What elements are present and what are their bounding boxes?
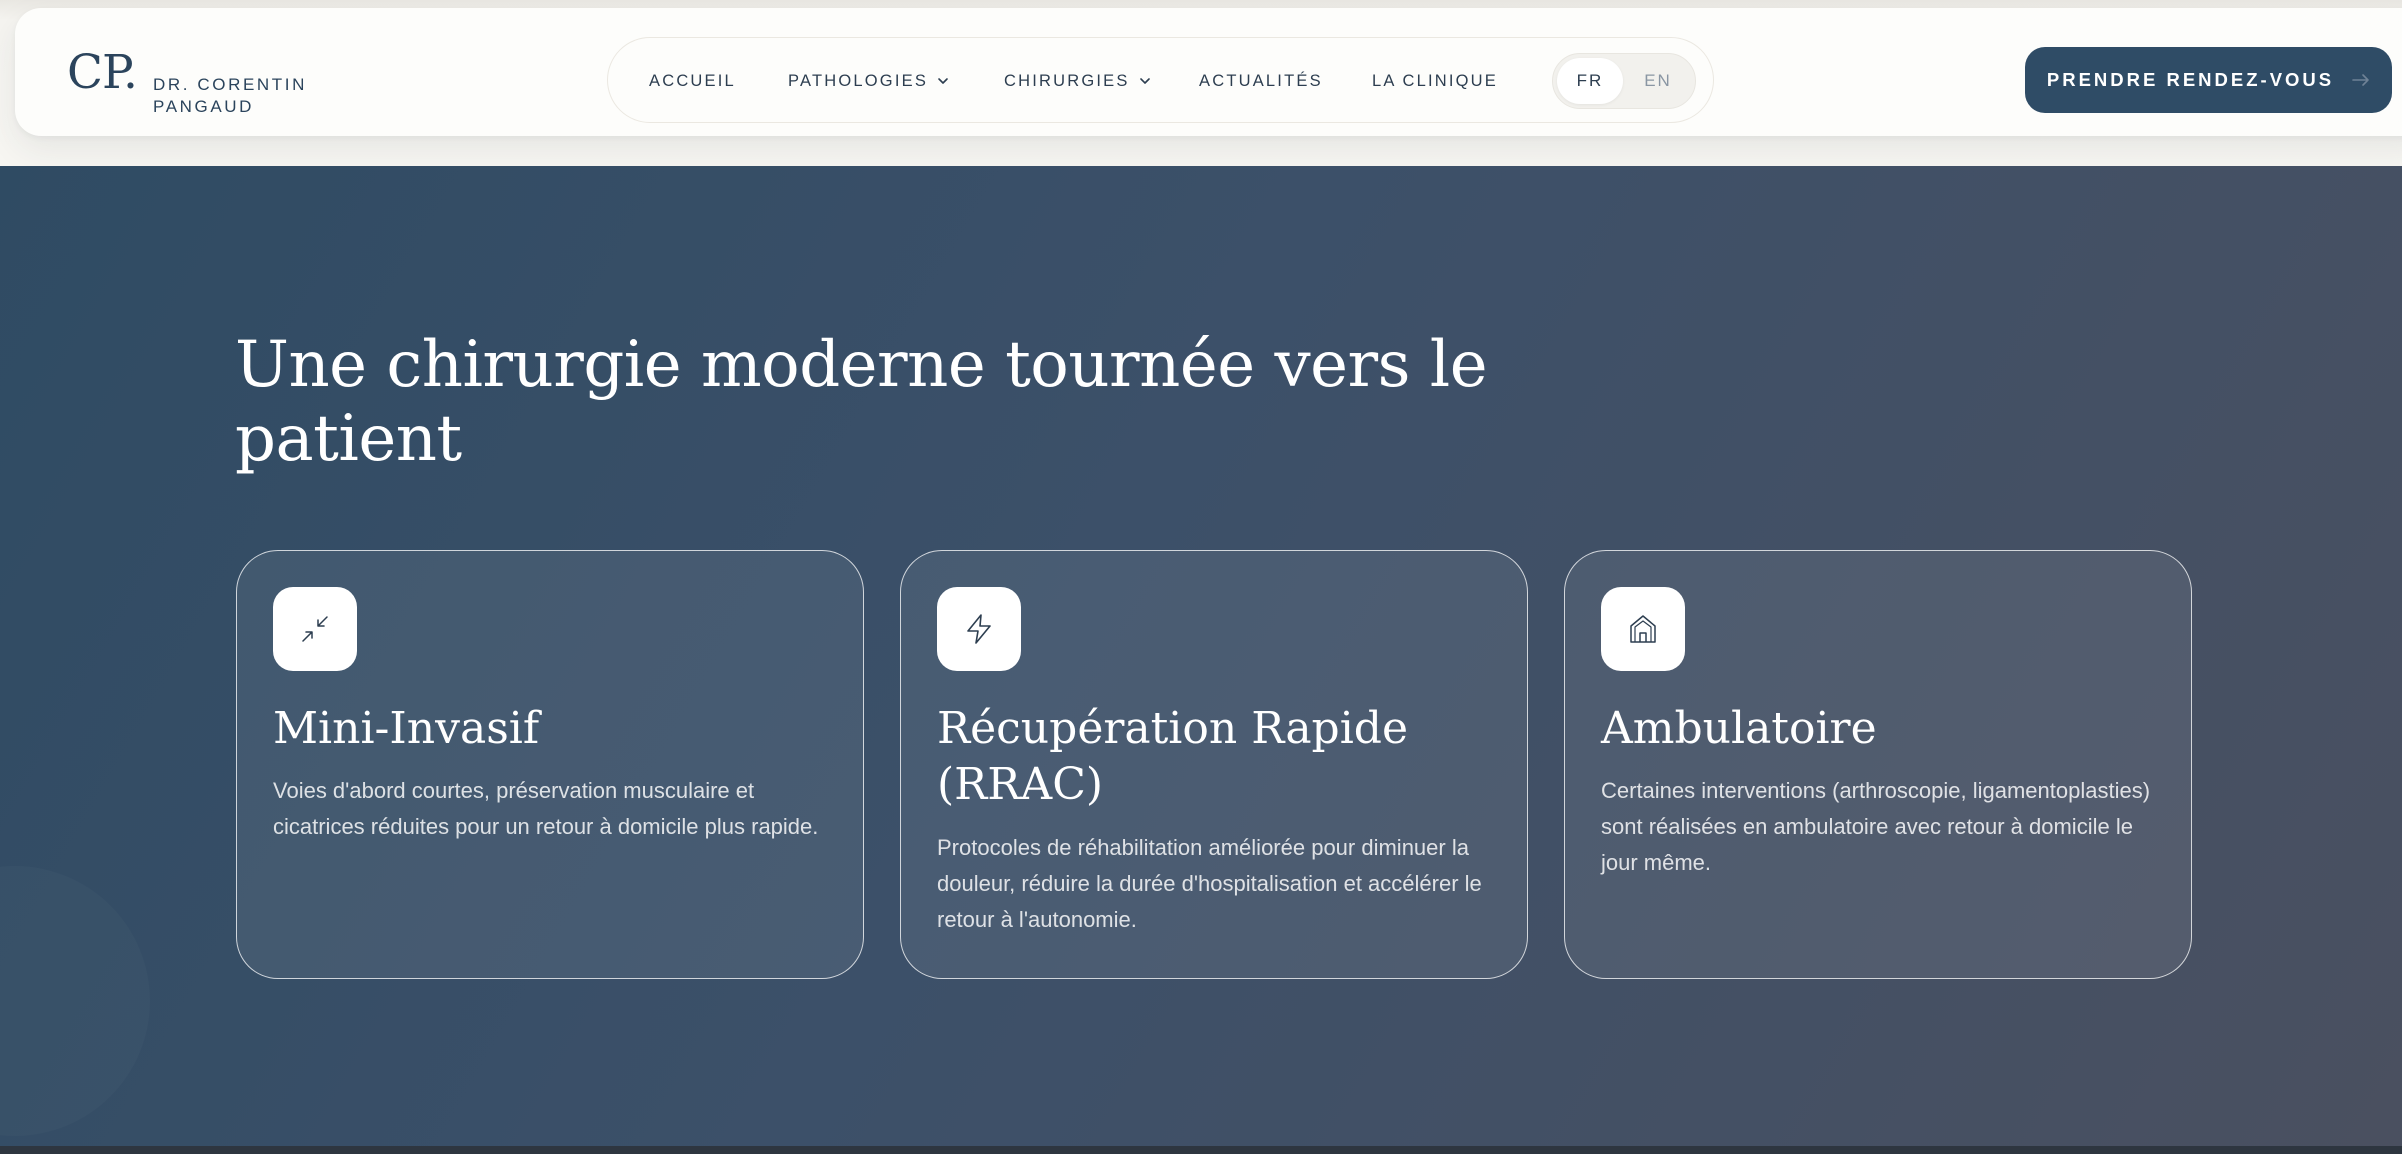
nav-item-label: ACCUEIL <box>649 71 736 90</box>
nav-item-pathologies[interactable]: PATHOLOGIES <box>788 38 949 124</box>
nav-item-accueil[interactable]: ACCUEIL <box>649 38 736 124</box>
nav-item-chirurgies[interactable]: CHIRURGIES <box>1004 38 1151 124</box>
nav-item-label: LA CLINIQUE <box>1372 71 1498 90</box>
card-text: Voies d'abord courtes, préservation musc… <box>273 778 819 839</box>
lang-en-button[interactable]: EN <box>1625 58 1691 104</box>
logo[interactable]: CP. DR. CORENTIN PANGAUD <box>67 48 307 118</box>
home-icon <box>1601 587 1685 671</box>
card-title: Récupération Rapide (RRAC) <box>937 703 1409 810</box>
main-nav: ACCUEIL PATHOLOGIES CHIRURGIES ACTUALITÉ… <box>607 37 1714 123</box>
lightning-icon <box>937 587 1021 671</box>
nav-item-label: ACTUALITÉS <box>1199 71 1323 90</box>
nav-item-actualites[interactable]: ACTUALITÉS <box>1199 38 1323 124</box>
decorative-circle <box>0 866 150 1136</box>
logo-name-line2: PANGAUD <box>153 97 255 116</box>
card-text: Certaines interventions (arthroscopie, l… <box>1601 778 2151 875</box>
compress-arrows-icon <box>273 587 357 671</box>
nav-item-la-clinique[interactable]: LA CLINIQUE <box>1372 38 1498 124</box>
feature-card-mini-invasif: Mini-Invasif Voies d'abord courtes, prés… <box>236 550 864 979</box>
arrow-right-icon <box>2352 74 2369 86</box>
card-text: Protocoles de réhabilitation améliorée p… <box>937 835 1482 932</box>
hero-title: Une chirurgie moderne tournée vers le pa… <box>235 328 1488 476</box>
chevron-down-icon <box>1139 78 1150 84</box>
logo-mark: CP. <box>67 45 138 100</box>
card-title: Mini-Invasif <box>273 703 540 754</box>
nav-item-label: CHIRURGIES <box>1004 71 1130 90</box>
logo-name-line1: DR. CORENTIN <box>153 75 307 94</box>
logo-name: DR. CORENTIN PANGAUD <box>153 74 307 118</box>
feature-card-rrac: Récupération Rapide (RRAC) Protocoles de… <box>900 550 1528 979</box>
nav-item-label: PATHOLOGIES <box>788 71 929 90</box>
language-switcher: FR EN <box>1552 53 1696 109</box>
site-header: CP. DR. CORENTIN PANGAUD ACCUEIL PATHOLO… <box>15 8 2402 136</box>
hero-section: Une chirurgie moderne tournée vers le pa… <box>0 166 2402 1154</box>
lang-fr-button[interactable]: FR <box>1557 58 1623 104</box>
book-appointment-button[interactable]: PRENDRE RENDEZ-VOUS <box>2025 47 2392 113</box>
cta-label: PRENDRE RENDEZ-VOUS <box>2046 69 2335 90</box>
feature-card-ambulatoire: Ambulatoire Certaines interventions (art… <box>1564 550 2192 979</box>
card-title: Ambulatoire <box>1601 703 1877 754</box>
chevron-down-icon <box>938 78 948 84</box>
